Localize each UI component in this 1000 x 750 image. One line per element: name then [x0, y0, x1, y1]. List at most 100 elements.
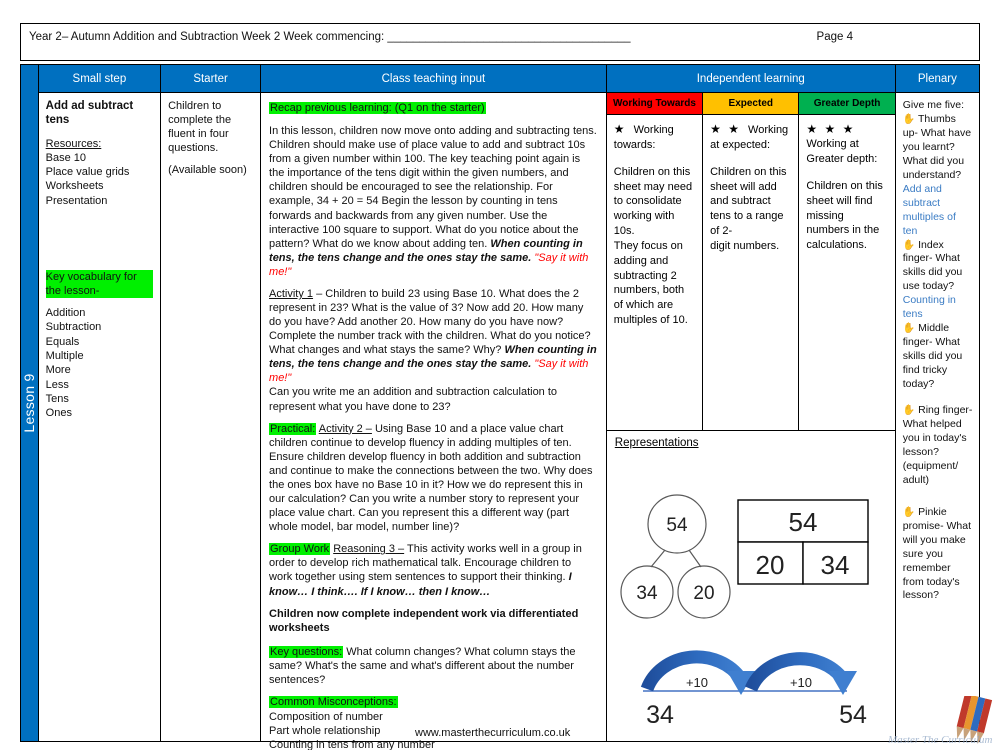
list-item: Base 10	[45, 151, 87, 164]
logo-wordmark: Master The Curriculum	[887, 734, 993, 746]
column-header-small-step: Small step	[38, 65, 161, 93]
hand-icon: ✋	[902, 239, 916, 251]
level-greater-depth: ★ ★ ★ Working at Greater depth: Children…	[799, 115, 894, 430]
lesson-tab-label: Lesson 9	[21, 373, 38, 433]
star-rating: ★ ★ ★	[806, 122, 856, 136]
attainment-bands: Working Towards Expected Greater Depth	[606, 93, 895, 115]
bar-model: 54 20 34	[737, 499, 869, 585]
plenary-intro: Give me five:	[902, 99, 965, 111]
recap-paragraph: In this lesson, children now move onto a…	[269, 124, 597, 279]
resources-list: Base 10 Place value grids Worksheets Pre…	[46, 151, 153, 208]
level-expected: ★ ★ Working at expected: Children on thi…	[703, 115, 800, 430]
column-class-teaching-input: Class teaching input Recap previous lear…	[261, 65, 607, 750]
activity-1-paragraph: Activity 1 – Children to build 23 using …	[269, 287, 597, 414]
column-plenary: Plenary Give me five: ✋ Thumbs up- What …	[895, 65, 979, 741]
plenary-item-text: Pinkie promise- What will you make sure …	[902, 505, 972, 602]
starter-text: Children to complete the fluent in four …	[168, 100, 232, 155]
list-item: Addition	[45, 307, 86, 320]
number-line-model: +10 +10 34 54	[640, 650, 867, 729]
independent-work-note: Children now complete independent work v…	[269, 607, 579, 634]
column-header-teaching: Class teaching input	[261, 65, 606, 93]
plenary-item: ✋ Pinkie promise- What will you make sur…	[903, 506, 973, 604]
plenary-item: ✋ Thumbs up- What have you learnt? What …	[903, 113, 973, 183]
column-header-starter: Starter	[161, 65, 261, 93]
plenary-item-text: Ring finger- What helped you in today's …	[902, 404, 973, 486]
lesson-plan-table: Lesson 9 Small step Add ad subtract tens…	[20, 64, 980, 750]
master-the-curriculum-logo: Master The Curriculum	[887, 696, 993, 746]
practical-tag: Practical:	[269, 422, 317, 435]
vocab-list: Addition Subtraction Equals Multiple Mor…	[46, 306, 153, 420]
starter-availability: (Available soon)	[168, 164, 247, 177]
part-whole-whole: 54	[666, 515, 688, 536]
star-rating: ★	[613, 122, 627, 136]
small-step-body: Add ad subtract tens Resources: Base 10 …	[39, 93, 160, 421]
column-header-independent: Independent learning	[606, 65, 895, 93]
lesson-tab: Lesson 9	[21, 65, 39, 741]
list-item: Ones	[45, 407, 72, 420]
plenary-item-answer: Counting in tens	[902, 294, 956, 321]
reasoning-label: Reasoning 3 –	[333, 543, 405, 556]
level-working-towards: ★ Working towards: Children on this shee…	[607, 115, 704, 430]
activity-1-label: Activity 1	[269, 287, 314, 300]
vocab-heading: Key vocabulary for the lesson-	[45, 270, 154, 299]
plenary-item: ✋ Ring finger- What helped you in today'…	[903, 404, 973, 488]
resources-heading: Resources:	[45, 137, 102, 150]
jump-label-1: +10	[686, 675, 708, 690]
representations-label: Representations	[614, 437, 699, 449]
level-body: Children on this sheet will find missing…	[806, 179, 883, 252]
number-line-end: 54	[839, 701, 867, 729]
activity-2-label: Activity 2 –	[318, 422, 372, 435]
plenary-body: Give me five: ✋ Thumbs up- What have you…	[896, 93, 979, 603]
bar-model-whole: 54	[788, 507, 817, 537]
recap-text: In this lesson, children now move onto a…	[269, 125, 597, 250]
list-item: Worksheets	[45, 180, 104, 193]
group-work-tag: Group Work	[269, 543, 331, 556]
level-body: Children on this sheet may need to conso…	[613, 165, 693, 327]
activity-2-text: Using Base 10 and a place value chart ch…	[269, 422, 593, 534]
band-greater-depth: Greater Depth	[799, 93, 895, 114]
plenary-item: ✋ Index finger- What skills did you use …	[903, 239, 973, 295]
list-item: Multiple	[45, 350, 84, 363]
column-small-step: Small step Add ad subtract tens Resource…	[38, 65, 162, 741]
list-item: Less	[45, 378, 69, 391]
reasoning-paragraph: Group Work Reasoning 3 – This activity w…	[269, 542, 597, 598]
band-working-towards: Working Towards	[606, 93, 704, 114]
key-questions-tag: Key questions:	[269, 645, 344, 658]
small-step-title: Add ad subtract tens	[45, 100, 134, 127]
part-whole-part-right: 20	[693, 583, 714, 604]
bar-model-left: 20	[755, 550, 784, 580]
footer-url: www.masterthecurriculum.co.uk	[415, 727, 571, 739]
star-rating: ★ ★	[710, 122, 741, 136]
jump-label-2: +10	[790, 675, 812, 690]
starter-body: Children to complete the fluent in four …	[161, 93, 260, 177]
level-body: Children on this sheet will add and subt…	[710, 165, 787, 252]
activity-2-paragraph: Practical: Activity 2 – Using Base 10 an…	[269, 422, 597, 535]
teaching-body: Recap previous learning: (Q1 on the star…	[261, 93, 606, 750]
list-item: More	[45, 364, 71, 377]
list-item: Counting in tens from any number	[269, 739, 435, 750]
list-item: Composition of number	[269, 711, 383, 724]
misconceptions-tag: Common Misconceptions:	[269, 695, 398, 708]
list-item: Subtraction	[45, 321, 102, 334]
level-heading: Working at Greater depth:	[806, 138, 878, 166]
lesson-plan-page: Year 2– Autumn Addition and Subtraction …	[0, 0, 1000, 750]
key-questions-paragraph: Key questions: What column changes? What…	[269, 645, 597, 687]
list-item: Equals	[45, 335, 80, 348]
bar-model-right: 34	[820, 550, 849, 580]
part-whole-part-left: 34	[636, 583, 658, 604]
column-header-plenary: Plenary	[895, 65, 979, 93]
document-title-bar: Year 2– Autumn Addition and Subtraction …	[20, 23, 980, 61]
page-title: Year 2– Autumn Addition and Subtraction …	[29, 31, 631, 43]
activity-1-followup: Can you write me an addition and subtrac…	[269, 386, 558, 413]
hand-icon: ✋	[902, 506, 916, 518]
list-item: Presentation	[45, 194, 108, 207]
hand-icon: ✋	[902, 405, 916, 417]
list-item: Place value grids	[45, 166, 130, 179]
recap-heading: Recap previous learning: (Q1 on the star…	[269, 102, 486, 114]
number-line-start: 34	[646, 701, 674, 729]
representations-diagram: 54 34 20 54 20 34 +10 +10 34 54	[607, 449, 895, 739]
plenary-item: ✋ Middle finger- What skills did you fin…	[903, 322, 973, 392]
